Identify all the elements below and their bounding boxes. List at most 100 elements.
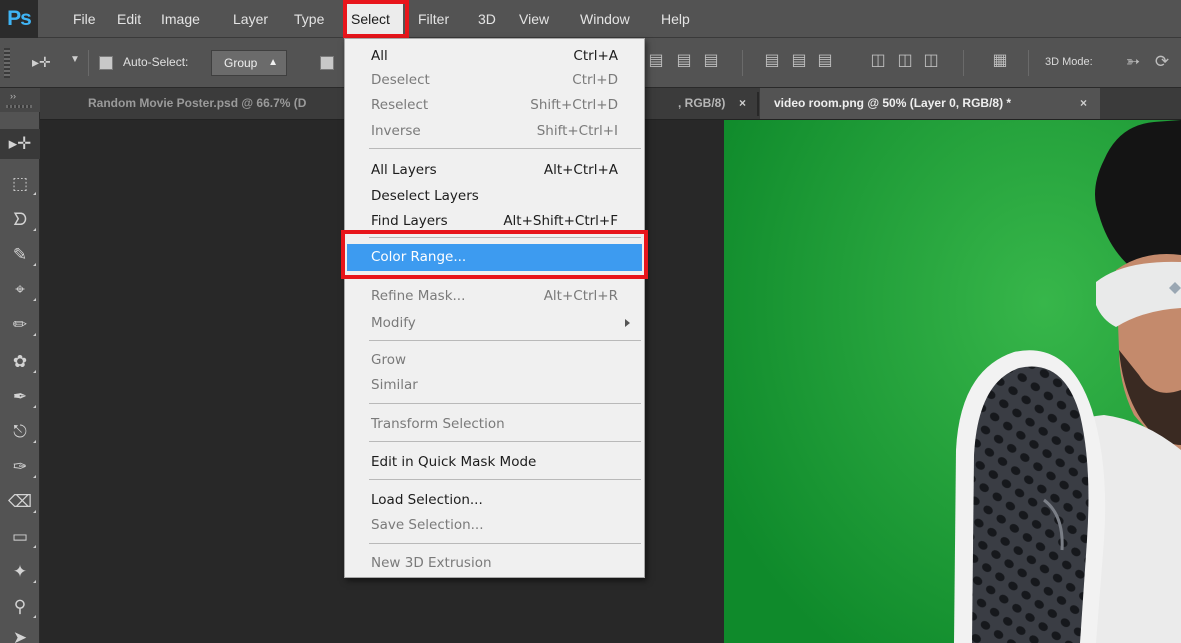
align-bottom-icon[interactable]: ▤ bbox=[701, 50, 721, 72]
collapse-panel-icon[interactable]: ›› bbox=[10, 91, 16, 101]
blur-tool[interactable]: ✦ bbox=[0, 557, 40, 587]
clone-stamp-tool[interactable]: ⎋ bbox=[0, 417, 40, 447]
align-vcenter-icon[interactable]: ▤ bbox=[674, 50, 694, 72]
lasso-tool[interactable]: ᗤ bbox=[0, 205, 40, 235]
color-range-annotation bbox=[341, 230, 648, 279]
menu-item-label: Edit in Quick Mask Mode bbox=[371, 454, 537, 470]
shoe-sole-mesh bbox=[972, 366, 1089, 643]
menu-separator bbox=[369, 403, 641, 404]
eraser-tool[interactable]: ⌫ bbox=[0, 487, 40, 517]
move-icon: ▸✛ bbox=[8, 134, 32, 153]
document-canvas-image[interactable] bbox=[724, 120, 1181, 643]
updown-arrow-icon: ▲ bbox=[268, 57, 278, 68]
dodge-tool[interactable]: ⚲ bbox=[0, 592, 40, 622]
menu-item-all-layers[interactable]: All Layers Alt+Ctrl+A bbox=[347, 157, 642, 183]
menu-item-label: Deselect Layers bbox=[371, 188, 479, 204]
bandage-icon: ✿ bbox=[12, 352, 28, 371]
chevron-down-icon[interactable]: ▼ bbox=[70, 54, 80, 65]
tab-second-document[interactable]: , RGB/8) × bbox=[645, 88, 757, 119]
menu-3d[interactable]: 3D bbox=[478, 0, 496, 38]
align-top-icon[interactable]: ▤ bbox=[646, 50, 666, 72]
brush-tool[interactable]: ✒ bbox=[0, 382, 40, 412]
menu-help[interactable]: Help bbox=[661, 0, 690, 38]
menu-item-inverse[interactable]: Inverse Shift+Ctrl+I bbox=[347, 118, 642, 144]
tools-panel-header[interactable]: ›› bbox=[0, 88, 40, 112]
menu-item-load-selection[interactable]: Load Selection... bbox=[347, 487, 642, 513]
menu-item-deselect-layers[interactable]: Deselect Layers bbox=[347, 183, 642, 209]
menu-item-label: Grow bbox=[371, 352, 407, 368]
menu-item-modify[interactable]: Modify bbox=[347, 310, 642, 336]
menu-window[interactable]: Window bbox=[580, 0, 630, 38]
auto-select-label: Auto-Select: bbox=[123, 55, 189, 69]
menu-edit[interactable]: Edit bbox=[117, 0, 141, 38]
menu-bar: Ps File Edit Image Layer Type Select Fil… bbox=[0, 0, 1181, 38]
3d-orbit-icon[interactable]: ➳ bbox=[1122, 50, 1144, 74]
pen-tool[interactable]: ➤ bbox=[0, 623, 40, 643]
menu-item-refine-mask[interactable]: Refine Mask... Alt+Ctrl+R bbox=[347, 283, 642, 309]
tab-video-room[interactable]: video room.png @ 50% (Layer 0, RGB/8) * … bbox=[760, 88, 1100, 119]
quick-selection-icon: ✎ bbox=[12, 245, 28, 264]
menu-separator bbox=[369, 340, 641, 341]
menu-filter[interactable]: Filter bbox=[418, 0, 449, 38]
close-icon[interactable]: × bbox=[1080, 88, 1087, 119]
distribute-bottom-icon[interactable]: ▤ bbox=[815, 50, 835, 72]
3d-roll-icon[interactable]: ⟳ bbox=[1151, 50, 1173, 74]
menu-layer[interactable]: Layer bbox=[233, 0, 268, 38]
distribute-right-icon[interactable]: ◫ bbox=[921, 50, 941, 72]
move-tool-preset-icon[interactable]: ▸✛ bbox=[32, 54, 51, 71]
crop-tool[interactable]: ⌖ bbox=[0, 275, 40, 305]
tab-label: video room.png @ 50% (Layer 0, RGB/8) * bbox=[774, 96, 1012, 110]
eyedropper-tool[interactable]: ✏ bbox=[0, 310, 40, 340]
panel-grip bbox=[6, 105, 32, 108]
auto-select-dropdown[interactable]: Group ▲ bbox=[211, 50, 287, 76]
menu-item-transform-selection[interactable]: Transform Selection bbox=[347, 411, 642, 437]
tab-divider bbox=[757, 92, 759, 116]
tab-label: , RGB/8) bbox=[678, 96, 726, 110]
menu-item-label: Similar bbox=[371, 377, 418, 393]
menu-type[interactable]: Type bbox=[294, 0, 324, 38]
quick-selection-tool[interactable]: ✎ bbox=[0, 240, 40, 270]
menu-item-shortcut: Alt+Ctrl+A bbox=[543, 162, 618, 178]
auto-align-icon[interactable]: ▦ bbox=[990, 50, 1010, 72]
photoshop-logo: Ps bbox=[0, 0, 38, 38]
history-brush-tool[interactable]: ✑ bbox=[0, 452, 40, 482]
gradient-tool[interactable]: ▭ bbox=[0, 522, 40, 552]
menu-item-all[interactable]: All Ctrl+A bbox=[347, 43, 642, 69]
eraser-icon: ⌫ bbox=[7, 492, 33, 511]
auto-select-value: Group bbox=[224, 56, 258, 70]
auto-select-checkbox[interactable] bbox=[99, 56, 113, 70]
menu-item-label: New 3D Extrusion bbox=[371, 555, 492, 571]
distribute-hcenter-icon[interactable]: ◫ bbox=[895, 50, 915, 72]
menu-item-shortcut: Shift+Ctrl+I bbox=[536, 123, 618, 139]
menu-item-new-3d-extrusion[interactable]: New 3D Extrusion bbox=[347, 550, 642, 576]
menu-item-grow[interactable]: Grow bbox=[347, 347, 642, 373]
marquee-tool[interactable]: ⬚ bbox=[0, 169, 40, 199]
menu-item-similar[interactable]: Similar bbox=[347, 372, 642, 398]
close-icon[interactable]: × bbox=[739, 88, 746, 119]
show-transform-checkbox[interactable] bbox=[320, 56, 334, 70]
menu-separator bbox=[369, 479, 641, 480]
distribute-vcenter-icon[interactable]: ▤ bbox=[789, 50, 809, 72]
spot-healing-tool[interactable]: ✿ bbox=[0, 347, 40, 377]
options-divider bbox=[1028, 50, 1029, 76]
menu-item-quick-mask[interactable]: Edit in Quick Mask Mode bbox=[347, 449, 642, 475]
menu-item-shortcut: Shift+Ctrl+D bbox=[530, 97, 618, 113]
tab-random-movie-poster[interactable]: Random Movie Poster.psd @ 66.7% (D bbox=[68, 88, 346, 119]
menu-item-shortcut: Ctrl+D bbox=[572, 72, 618, 88]
3d-mode-label: 3D Mode: bbox=[1045, 56, 1093, 68]
options-grip[interactable] bbox=[4, 48, 10, 78]
options-divider bbox=[963, 50, 964, 76]
move-tool[interactable]: ▸✛ bbox=[0, 129, 40, 159]
distribute-left-icon[interactable]: ◫ bbox=[868, 50, 888, 72]
menu-item-deselect[interactable]: Deselect Ctrl+D bbox=[347, 67, 642, 93]
menu-item-reselect[interactable]: Reselect Shift+Ctrl+D bbox=[347, 92, 642, 118]
menu-item-label: Reselect bbox=[371, 97, 429, 113]
menu-item-label: Modify bbox=[371, 315, 416, 331]
menu-image[interactable]: Image bbox=[161, 0, 200, 38]
tools-panel: ›› ▸✛ ⬚ ᗤ ✎ ⌖ ✏ ✿ ✒ ⎋ ✑ ⌫ ▭ ✦ ⚲ ➤ bbox=[0, 88, 40, 643]
select-menu-annotation bbox=[343, 0, 409, 38]
menu-view[interactable]: View bbox=[519, 0, 549, 38]
menu-item-save-selection[interactable]: Save Selection... bbox=[347, 512, 642, 538]
menu-file[interactable]: File bbox=[73, 0, 96, 38]
distribute-top-icon[interactable]: ▤ bbox=[762, 50, 782, 72]
